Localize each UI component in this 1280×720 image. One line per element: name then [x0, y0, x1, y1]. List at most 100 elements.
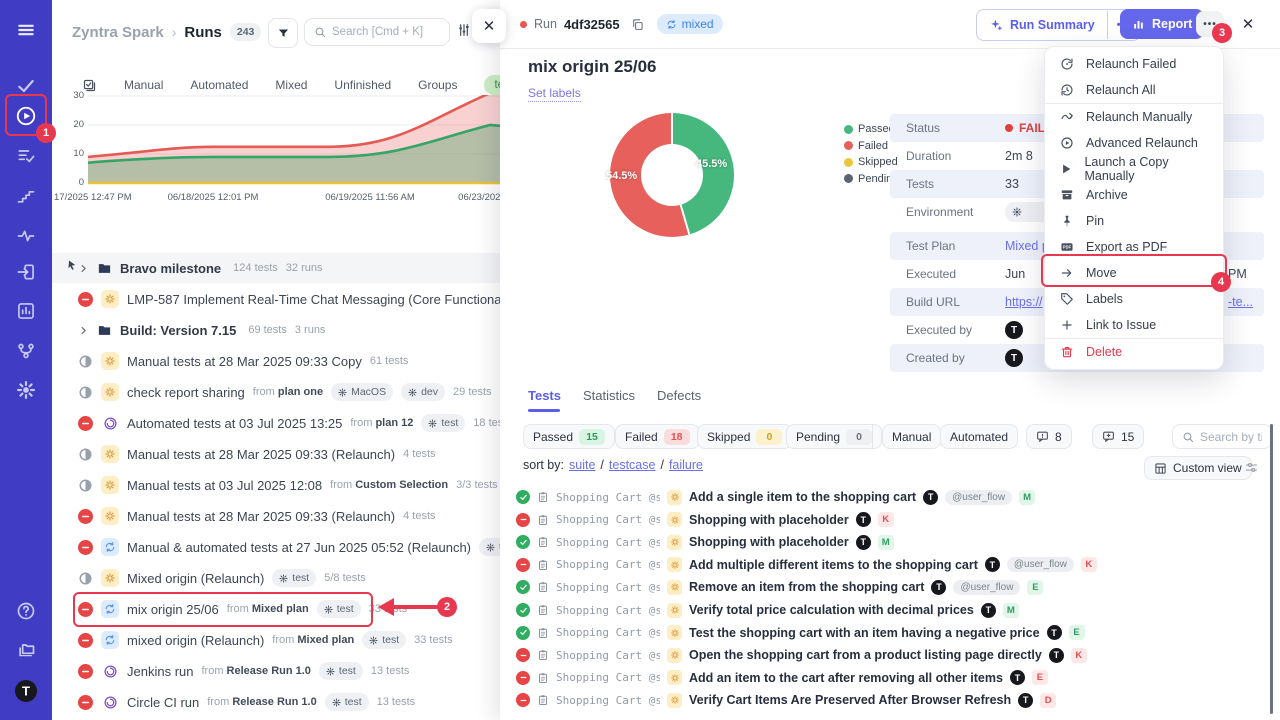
run-title[interactable]: Circle CI run	[127, 695, 199, 710]
run-list-item[interactable]: LMP-587 Implement Real-Time Chat Messagi…	[52, 284, 500, 314]
run-title[interactable]: Manual tests at 28 Mar 2025 09:33 (Relau…	[127, 447, 395, 462]
runs-search-input[interactable]: Search [Cmd + K]	[304, 18, 450, 46]
test-row[interactable]: Shopping Cart @s... Verify Cart Items Are…	[516, 689, 1260, 711]
gear-icon[interactable]	[16, 380, 36, 400]
test-suite[interactable]: Shopping Cart @s...	[556, 604, 660, 617]
tab-statistics[interactable]: Statistics	[583, 388, 635, 403]
filter-pending-button[interactable]: Pending0	[786, 424, 882, 449]
close-detail-button[interactable]: ✕	[1237, 13, 1259, 35]
help-icon[interactable]	[16, 601, 36, 621]
sign-in-icon[interactable]	[16, 262, 36, 282]
menu-item-labels[interactable]: Labels	[1045, 286, 1223, 312]
folder-title[interactable]: Bravo milestone	[120, 261, 221, 276]
test-title[interactable]: Add an item to the cart after removing a…	[689, 671, 1003, 685]
test-row[interactable]: Shopping Cart @s... Add an item to the ca…	[516, 667, 1260, 689]
tab-tests[interactable]: Tests	[528, 388, 561, 403]
caret-right-icon[interactable]	[78, 325, 89, 336]
run-title[interactable]: Manual tests at 03 Jul 2025 12:08	[127, 478, 322, 493]
list-check-icon[interactable]	[16, 146, 36, 166]
test-title[interactable]: Shopping with placeholder	[689, 513, 849, 527]
test-row[interactable]: Shopping Cart @s...Test the shopping car…	[516, 622, 1260, 644]
assignee-avatar[interactable]: T	[1018, 693, 1033, 708]
run-title[interactable]: Manual tests at 28 Mar 2025 09:33 Copy	[127, 354, 362, 369]
run-list-item[interactable]: Manual & automated tests at 27 Jun 2025 …	[52, 532, 500, 562]
sort-link-testcase[interactable]: testcase	[609, 458, 656, 472]
run-summary-button[interactable]: Run Summary •••	[976, 9, 1141, 41]
test-suite[interactable]: Shopping Cart @s...	[556, 558, 660, 571]
folder-title[interactable]: Build: Version 7.15	[120, 323, 236, 338]
steps-icon[interactable]	[16, 186, 36, 206]
test-title[interactable]: Shopping with placeholder	[689, 535, 849, 549]
assignee-avatar[interactable]: T	[856, 535, 871, 550]
test-title[interactable]: Test the shopping cart with an item havi…	[689, 626, 1040, 640]
set-labels-link[interactable]: Set labels	[528, 86, 581, 102]
run-list-item[interactable]: Manual tests at 28 Mar 2025 09:33 (Relau…	[52, 501, 500, 531]
run-folder-row[interactable]: Build: Version 7.1569 tests3 runs	[52, 315, 500, 345]
breadcrumb-project[interactable]: Zyntra Spark	[72, 24, 164, 41]
tests-search-input[interactable]: Search by titl	[1172, 424, 1272, 449]
filter-passed-button[interactable]: Passed15	[523, 424, 615, 449]
filter-automated-button[interactable]: Automated	[940, 424, 1018, 449]
test-title[interactable]: Verify total price calculation with deci…	[689, 603, 974, 617]
run-title[interactable]: Manual & automated tests at 27 Jun 2025 …	[127, 540, 471, 555]
user-avatar[interactable]: T	[1005, 321, 1023, 339]
run-title[interactable]: Jenkins run	[127, 664, 193, 679]
run-list-item[interactable]: Circle CI runfrom Release Run 1.0test13 …	[52, 687, 500, 717]
info-value[interactable]: https://	[1005, 295, 1043, 309]
report-button[interactable]: Report	[1120, 9, 1204, 39]
test-row[interactable]: Shopping Cart @s... Shopping with placeho…	[516, 509, 1260, 531]
custom-view-button[interactable]: Custom view	[1144, 456, 1252, 480]
filter-comments-button[interactable]: 8	[1026, 424, 1072, 449]
test-row[interactable]: Shopping Cart @s...Open the shopping car…	[516, 644, 1260, 666]
test-suite[interactable]: Shopping Cart @s...	[556, 491, 660, 504]
report-box-icon[interactable]	[16, 301, 36, 321]
assignee-avatar[interactable]: T	[931, 580, 946, 595]
run-list-item[interactable]: Mixed origin (Relaunch)test5/8 tests	[52, 563, 500, 593]
check-icon[interactable]	[16, 76, 36, 96]
run-list-item[interactable]: Manual tests at 03 Jul 2025 12:08from Cu…	[52, 470, 500, 500]
runs-tab-unfinished[interactable]: Unfinished	[334, 78, 391, 92]
user-avatar[interactable]: T	[1005, 349, 1023, 367]
info-value-right[interactable]: -te...	[1228, 295, 1253, 309]
adjust-columns-icon[interactable]	[1244, 460, 1259, 475]
run-title[interactable]: Mixed origin (Relaunch)	[127, 571, 264, 586]
run-list-item[interactable]: Manual tests at 28 Mar 2025 09:33 Copy61…	[52, 346, 500, 376]
test-suite[interactable]: Shopping Cart @s...	[556, 513, 660, 526]
filter-funnel-button[interactable]	[268, 18, 298, 48]
test-title[interactable]: Add a single item to the shopping cart	[689, 490, 916, 504]
test-title[interactable]: Add multiple different items to the shop…	[689, 558, 978, 572]
menu-item-launch-a-copy-manually[interactable]: Launch a Copy Manually	[1045, 156, 1223, 182]
run-list-item[interactable]: Automated tests at 03 Jul 2025 13:25from…	[52, 408, 500, 438]
pulse-icon[interactable]	[16, 226, 36, 246]
panel-close-button[interactable]: ✕	[472, 9, 506, 43]
test-title[interactable]: Verify Cart Items Are Preserved After Br…	[689, 693, 1011, 707]
menu-item-relaunch-all[interactable]: Relaunch All	[1045, 77, 1223, 103]
test-suite[interactable]: Shopping Cart @s...	[556, 694, 660, 707]
runs-tab-automated[interactable]: Automated	[190, 78, 248, 92]
run-title[interactable]: Automated tests at 03 Jul 2025 13:25	[127, 416, 342, 431]
runs-tab-mixed[interactable]: Mixed	[275, 78, 307, 92]
test-suite[interactable]: Shopping Cart @s...	[556, 536, 660, 549]
run-folder-row[interactable]: Bravo milestone124 tests32 runs	[52, 253, 500, 283]
menu-item-relaunch-manually[interactable]: Relaunch Manually	[1045, 104, 1223, 130]
run-title[interactable]: LMP-587 Implement Real-Time Chat Messagi…	[127, 292, 500, 307]
test-row[interactable]: Shopping Cart @s... Add a single item to …	[516, 486, 1260, 508]
sort-link-suite[interactable]: suite	[569, 458, 595, 472]
run-title[interactable]: Manual tests at 28 Mar 2025 09:33 (Relau…	[127, 509, 395, 524]
test-suite[interactable]: Shopping Cart @s...	[556, 671, 660, 684]
group-filter-pill[interactable]: test work	[484, 75, 501, 95]
runs-tab-groups[interactable]: Groups	[418, 78, 457, 92]
tab-defects[interactable]: Defects	[657, 388, 701, 403]
hamburger-menu-icon[interactable]	[16, 20, 36, 40]
menu-item-delete[interactable]: Delete	[1045, 339, 1223, 365]
assignee-avatar[interactable]: T	[981, 603, 996, 618]
run-title[interactable]: mixed origin (Relaunch)	[127, 633, 264, 648]
assignee-avatar[interactable]: T	[1049, 648, 1064, 663]
branch-icon[interactable]	[16, 341, 36, 361]
view-settings-icon[interactable]	[456, 22, 472, 38]
test-row[interactable]: Shopping Cart @s... Verify total price ca…	[516, 599, 1260, 621]
run-list-item[interactable]: Manual tests at 28 Mar 2025 09:33 (Relau…	[52, 439, 500, 469]
assignee-avatar[interactable]: T	[923, 490, 938, 505]
run-title[interactable]: check report sharing	[127, 385, 245, 400]
test-suite[interactable]: Shopping Cart @s...	[556, 581, 660, 594]
